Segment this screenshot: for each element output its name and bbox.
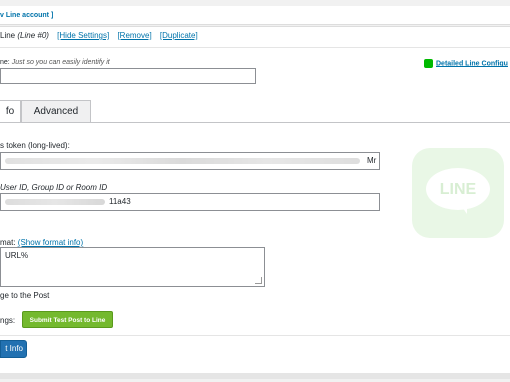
add-line-account-link[interactable]: v Line account ] bbox=[0, 12, 53, 19]
recipient-id-input[interactable]: 11a43 bbox=[0, 193, 380, 211]
format-value: URL% bbox=[5, 251, 29, 260]
account-name-label-text: ne: bbox=[0, 59, 10, 66]
account-id: (Line #0) bbox=[17, 31, 49, 40]
recipient-id-label: User ID, Group ID or Room ID bbox=[0, 183, 107, 192]
format-label-text: mat: bbox=[0, 238, 16, 247]
access-token-input[interactable]: Mr bbox=[0, 152, 380, 170]
recipient-id-label-text: User ID, Group ID or Room ID bbox=[0, 183, 108, 192]
submit-test-post-button[interactable]: Submit Test Post to Line bbox=[22, 311, 113, 328]
duplicate-link[interactable]: [Duplicate] bbox=[160, 31, 198, 40]
token-visible-tail: Mr bbox=[367, 156, 377, 165]
line-chat-icon bbox=[424, 59, 433, 68]
account-settings-panel: Line (Line #0) [Hide Settings] [Remove] … bbox=[0, 26, 510, 379]
show-format-info-link[interactable]: (Show format info) bbox=[18, 238, 83, 247]
access-token-label: s token (long-lived): bbox=[0, 141, 70, 150]
hide-settings-link[interactable]: [Hide Settings] bbox=[57, 31, 109, 40]
line-logo-icon: LINE bbox=[412, 148, 504, 238]
resize-grip-icon[interactable] bbox=[255, 277, 262, 284]
account-name-label: ne: Just so you can easily identify it bbox=[0, 59, 110, 66]
line-logo-word: LINE bbox=[439, 181, 477, 198]
detailed-config-text: Detailed Line Configu bbox=[436, 60, 508, 68]
tab-divider bbox=[0, 122, 510, 123]
account-name: Line bbox=[0, 31, 16, 40]
account-info-button[interactable]: t Info bbox=[0, 340, 27, 358]
divider bbox=[0, 335, 510, 336]
image-option-label: ge to the Post bbox=[0, 291, 50, 300]
remove-link[interactable]: [Remove] bbox=[117, 31, 151, 40]
account-name-hint: Just so you can easily identify it bbox=[11, 59, 110, 66]
line-logo-bubble-tail bbox=[460, 204, 467, 214]
panel-shadow bbox=[0, 373, 510, 379]
detailed-config-link[interactable]: Detailed Line Configu bbox=[424, 59, 508, 68]
format-textarea[interactable]: URL% bbox=[0, 247, 265, 287]
masked-id bbox=[5, 199, 105, 205]
test-label: ngs: bbox=[0, 316, 16, 325]
id-visible-tail: 11a43 bbox=[109, 197, 131, 206]
format-label: mat: (Show format info) bbox=[0, 238, 83, 247]
masked-token bbox=[5, 158, 360, 164]
tab-info[interactable]: fo bbox=[0, 100, 21, 123]
account-header-row: Line (Line #0) [Hide Settings] [Remove] … bbox=[0, 31, 198, 40]
divider bbox=[0, 47, 510, 48]
top-bar: v Line account ] bbox=[0, 6, 510, 25]
account-name-input[interactable] bbox=[0, 68, 256, 84]
tab-advanced[interactable]: Advanced bbox=[21, 100, 91, 123]
